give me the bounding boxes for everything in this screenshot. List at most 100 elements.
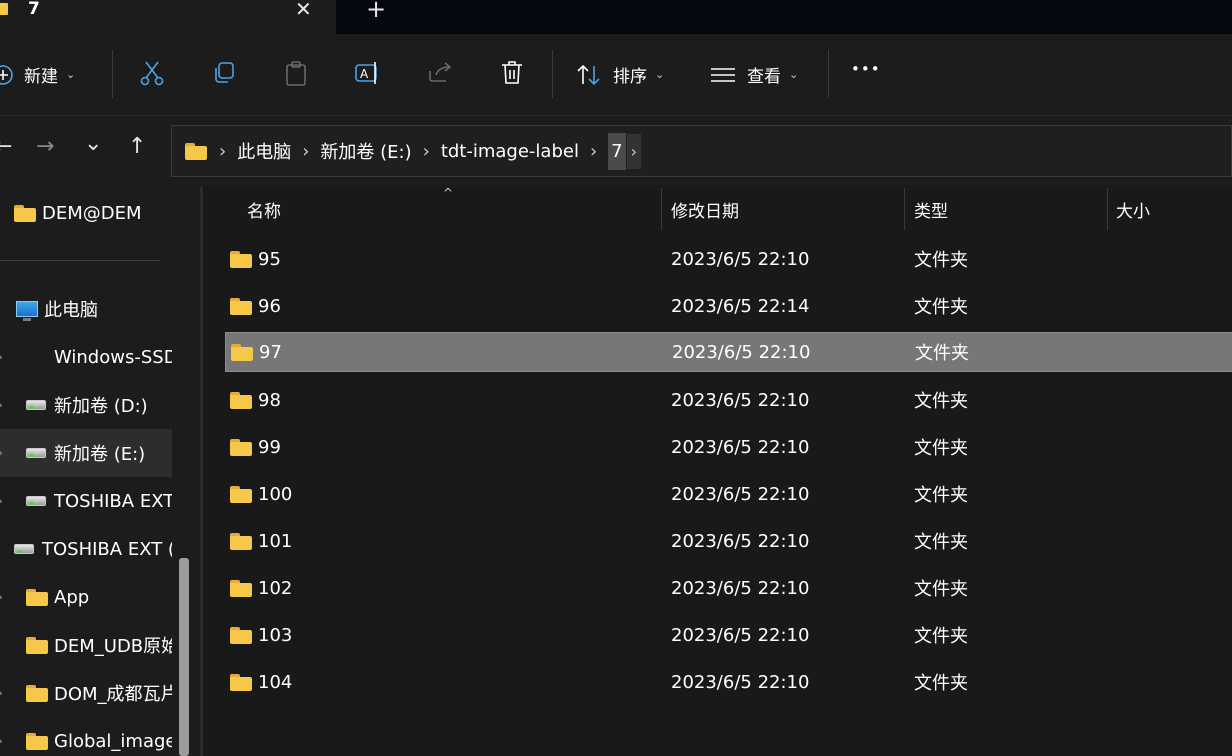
address-bar[interactable]: › 此电脑 › 新加卷 (E:) › tdt-image-label › 7 ›	[171, 125, 1232, 177]
file-date: 2023/6/5 22:14	[671, 295, 810, 317]
breadcrumb-drive-e[interactable]: 新加卷 (E:)	[320, 138, 411, 164]
share-icon	[429, 62, 452, 82]
recent-locations-button[interactable]: ⌄	[84, 131, 102, 156]
file-row[interactable]: 98 2023/6/5 22:10 文件夹	[225, 380, 1232, 420]
expand-icon[interactable]: ›	[0, 686, 3, 700]
close-tab-button[interactable]: ✕	[295, 0, 312, 21]
up-button[interactable]: ↑	[128, 134, 146, 159]
more-icon[interactable]: •••	[851, 60, 881, 78]
tab-current[interactable]: 7 ✕	[0, 0, 336, 34]
sort-button[interactable]: 排序 ⌄	[576, 62, 664, 87]
back-button[interactable]: ←	[0, 134, 12, 159]
folder-icon	[230, 532, 252, 550]
view-icon	[711, 67, 735, 82]
file-row[interactable]: 103 2023/6/5 22:10 文件夹	[225, 615, 1232, 655]
sidebar-item-app[interactable]: App	[26, 575, 89, 619]
file-row[interactable]: 95 2023/6/5 22:10 文件夹	[225, 239, 1232, 279]
sidebar-item-label: DOM_成都瓦片	[54, 684, 172, 705]
file-type: 文件夹	[915, 343, 969, 364]
file-row[interactable]: 102 2023/6/5 22:10 文件夹	[225, 568, 1232, 608]
sidebar-item-drive-e[interactable]: 新加卷 (E:)	[26, 431, 145, 475]
forward-button[interactable]: →	[36, 134, 54, 159]
delete-button[interactable]	[500, 60, 524, 86]
sidebar-item-windows-ssd[interactable]: Windows-SSD	[54, 335, 172, 379]
sidebar-item-this-pc[interactable]: 此电脑	[16, 287, 98, 331]
sidebar-scrollbar-thumb[interactable]	[179, 558, 189, 756]
expand-icon[interactable]: ›	[0, 494, 3, 508]
file-name: 99	[258, 436, 281, 458]
folder-icon	[230, 438, 252, 456]
breadcrumb-tdt-image-label[interactable]: tdt-image-label	[441, 141, 579, 162]
file-date: 2023/6/5 22:10	[671, 577, 810, 599]
file-row[interactable]: 99 2023/6/5 22:10 文件夹	[225, 427, 1232, 467]
folder-icon	[26, 684, 48, 702]
expand-icon[interactable]: ›	[0, 734, 3, 748]
breadcrumb-this-pc[interactable]: 此电脑	[237, 138, 291, 164]
file-row-selected[interactable]: 97 2023/6/5 22:10 文件夹	[225, 332, 1232, 372]
paste-icon	[286, 61, 306, 86]
chevron-right-icon[interactable]: ›	[302, 141, 309, 162]
copy-button[interactable]	[212, 61, 236, 85]
file-name: 103	[258, 624, 293, 646]
new-tab-button[interactable]: +	[366, 0, 386, 23]
sidebar-item-dem-udb[interactable]: DEM_UDB原始	[26, 623, 172, 667]
chevron-down-icon: ⌄	[66, 68, 76, 81]
expand-icon[interactable]: ›	[0, 398, 3, 412]
column-header-size[interactable]: 大小	[1116, 186, 1150, 232]
file-date: 2023/6/5 22:10	[671, 530, 810, 552]
column-divider[interactable]	[904, 188, 905, 230]
file-date: 2023/6/5 22:10	[672, 341, 811, 363]
file-list: ^ 名称 修改日期 类型 大小 95 2023/6/5 22:10 文件夹 96…	[203, 186, 1232, 756]
file-name: 101	[258, 530, 293, 552]
chevron-right-icon[interactable]: ›	[423, 141, 430, 162]
sidebar-item-toshiba-2[interactable]: TOSHIBA EXT (	[14, 527, 172, 571]
sort-icon	[577, 64, 600, 85]
sidebar-item-dom[interactable]: DOM_成都瓦片	[26, 671, 172, 715]
copy-icon	[215, 62, 234, 83]
sidebar-item-label: App	[54, 586, 90, 608]
column-divider[interactable]	[1107, 188, 1108, 230]
sidebar-item-toshiba-1[interactable]: TOSHIBA EXT	[26, 479, 172, 523]
column-header-name[interactable]: 名称	[247, 186, 281, 232]
chevron-right-icon[interactable]: ›	[626, 133, 642, 169]
navigation-pane: DEM@DEM 此电脑 › Windows-SSD › 新加卷 (D:) › 新…	[0, 186, 172, 756]
file-type: 文件夹	[914, 297, 968, 318]
sidebar-item-label: 新加卷 (D:)	[54, 396, 148, 417]
file-name: 96	[258, 295, 281, 317]
title-bar: 7 ✕ +	[0, 0, 1232, 34]
file-date: 2023/6/5 22:10	[671, 624, 810, 646]
svg-text:A: A	[360, 67, 369, 81]
sidebar-item-dem[interactable]: DEM@DEM	[14, 191, 142, 235]
new-button[interactable]: 新建 ⌄	[0, 62, 75, 87]
file-row[interactable]: 100 2023/6/5 22:10 文件夹	[225, 474, 1232, 514]
sidebar-item-global-image[interactable]: Global_image	[26, 719, 172, 756]
folder-icon	[14, 204, 36, 222]
column-divider[interactable]	[661, 188, 662, 230]
cut-button[interactable]	[140, 60, 164, 86]
file-row[interactable]: 104 2023/6/5 22:10 文件夹	[225, 662, 1232, 702]
toolbar-divider	[828, 50, 829, 98]
expand-icon[interactable]: ›	[0, 446, 3, 460]
tab-title: 7	[28, 0, 40, 19]
chevron-right-icon[interactable]: ›	[590, 141, 597, 162]
paste-button[interactable]	[284, 61, 308, 87]
folder-icon	[230, 673, 252, 691]
share-button[interactable]	[428, 61, 454, 83]
sidebar-item-drive-d[interactable]: 新加卷 (D:)	[26, 383, 148, 427]
file-row[interactable]: 96 2023/6/5 22:14 文件夹	[225, 286, 1232, 326]
file-date: 2023/6/5 22:10	[671, 389, 810, 411]
expand-icon[interactable]: ›	[0, 590, 3, 604]
folder-icon	[230, 626, 252, 644]
file-row[interactable]: 101 2023/6/5 22:10 文件夹	[225, 521, 1232, 561]
drive-icon	[26, 400, 46, 410]
column-header-date[interactable]: 修改日期	[671, 186, 739, 232]
sort-button-label: 排序	[613, 67, 647, 87]
rename-button[interactable]: A	[355, 61, 381, 85]
folder-icon	[230, 391, 252, 409]
expand-icon[interactable]: ›	[0, 350, 3, 364]
sidebar-item-label: Windows-SSD	[54, 346, 172, 368]
breadcrumb-current[interactable]: 7	[608, 132, 626, 170]
file-type: 文件夹	[914, 250, 968, 271]
column-header-type[interactable]: 类型	[914, 186, 948, 232]
view-button[interactable]: 查看 ⌄	[710, 62, 798, 87]
